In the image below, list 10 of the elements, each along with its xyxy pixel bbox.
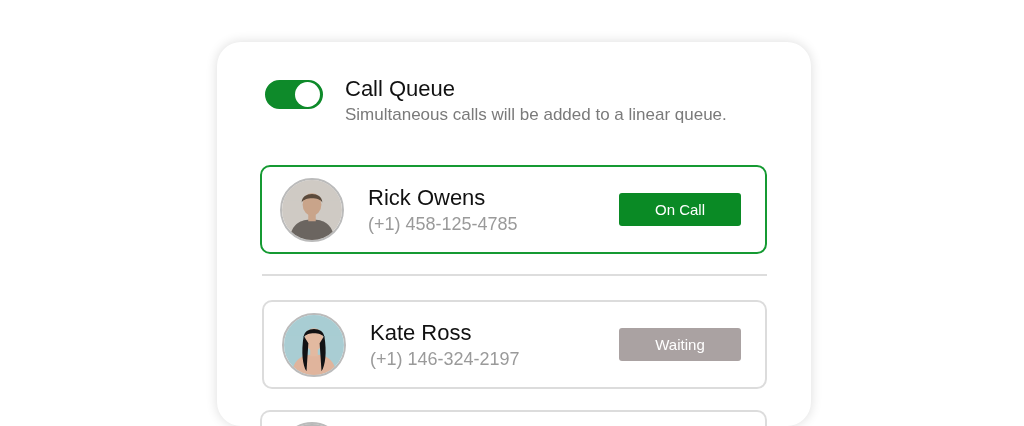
- caller-phone: (+1) 458-125-4785: [368, 213, 519, 235]
- caller-name: Rick Owens: [368, 184, 487, 211]
- status-button[interactable]: On Call: [619, 193, 741, 226]
- caller-name: Kate Ross: [370, 319, 473, 346]
- caller-phone: (+1) 146-324-2197: [370, 348, 521, 370]
- setting-description: Simultaneous calls will be added to a linear queue.: [345, 105, 727, 125]
- toggle-switch[interactable]: [265, 80, 323, 109]
- caller-card[interactable]: Kate Ross (+1) 146-324-2197 Waiting: [262, 300, 767, 389]
- caller-card[interactable]: Rick Owens (+1) 458-125-4785 On Call: [260, 165, 767, 254]
- setting-title: Call Queue: [345, 76, 457, 102]
